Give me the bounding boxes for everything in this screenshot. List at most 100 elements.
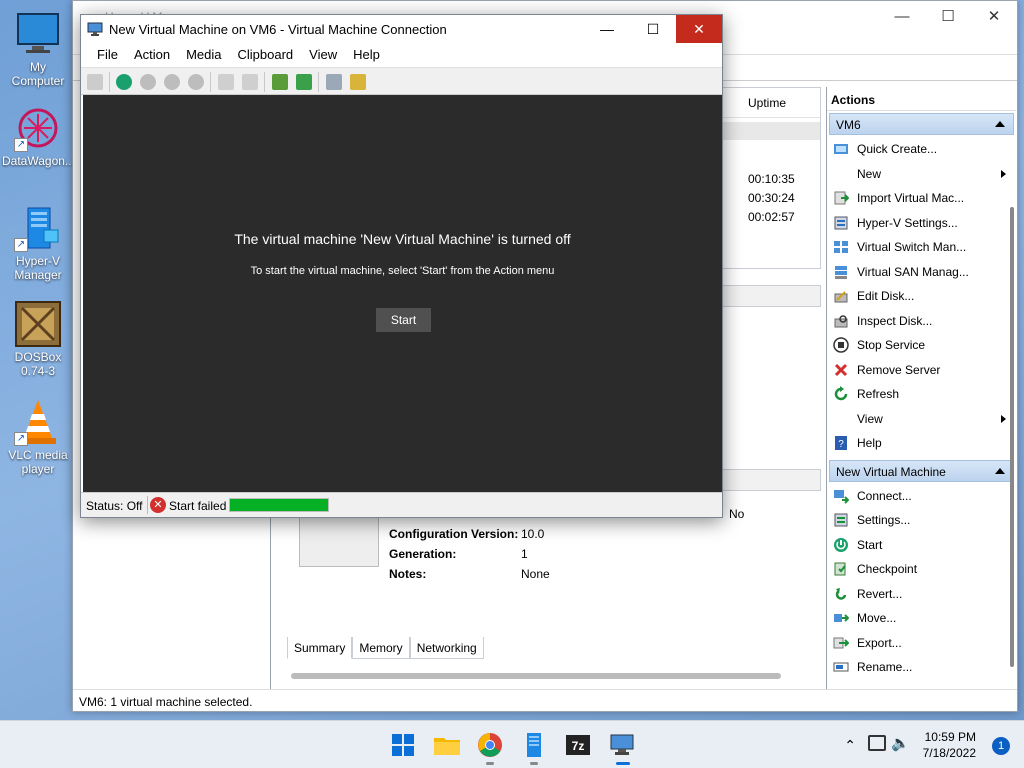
vm-off-headline: The virtual machine 'New Virtual Machine… bbox=[234, 231, 571, 247]
vm-screen[interactable]: The virtual machine 'New Virtual Machine… bbox=[83, 95, 722, 493]
san-icon bbox=[833, 264, 849, 280]
svg-text:?: ? bbox=[838, 439, 844, 450]
detail-row-generation: Generation: 1 bbox=[389, 547, 528, 561]
checkpoint-icon[interactable] bbox=[272, 74, 288, 90]
export-icon bbox=[833, 635, 850, 651]
action-revert[interactable]: Revert... bbox=[827, 582, 1016, 607]
action-virtual-switch-man[interactable]: Virtual Switch Man... bbox=[827, 235, 1016, 260]
tab-summary[interactable]: Summary bbox=[287, 637, 353, 659]
enhanced-session-icon[interactable] bbox=[326, 74, 342, 90]
action-view[interactable]: View bbox=[827, 407, 1016, 432]
menu-action[interactable]: Action bbox=[126, 43, 178, 67]
action-stop-service[interactable]: Stop Service bbox=[827, 333, 1016, 358]
progress-bar bbox=[229, 498, 329, 512]
vm-connection-taskbar-icon[interactable] bbox=[606, 729, 638, 761]
file-explorer-icon[interactable] bbox=[431, 729, 463, 761]
action-checkpoint[interactable]: Checkpoint bbox=[827, 557, 1016, 582]
action-virtual-san-manag[interactable]: Virtual SAN Manag... bbox=[827, 260, 1016, 285]
hyperv-close-button[interactable]: ✕ bbox=[971, 1, 1017, 33]
desktop-icon-dosbox[interactable]: DOSBox 0.74-3 bbox=[2, 300, 74, 378]
hyperv-maximize-button[interactable]: ☐ bbox=[925, 1, 971, 33]
chevron-up-icon[interactable]: ⌃ bbox=[844, 737, 856, 754]
uptime-column-header[interactable]: Uptime bbox=[748, 96, 786, 110]
toolbar-separator bbox=[264, 72, 265, 92]
active-indicator bbox=[616, 762, 630, 765]
tab-memory[interactable]: Memory bbox=[352, 637, 410, 659]
vmc-status-bar: Status: Off ✕ Start failed bbox=[81, 492, 722, 517]
actions-title: Actions bbox=[827, 87, 1016, 111]
shutdown-icon[interactable] bbox=[164, 74, 180, 90]
vmc-close-button[interactable]: ✕ bbox=[676, 15, 722, 43]
action-import-virtual-mac[interactable]: Import Virtual Mac... bbox=[827, 186, 1016, 211]
hyperv-minimize-button[interactable]: — bbox=[879, 1, 925, 33]
submenu-arrow-icon bbox=[1001, 414, 1006, 423]
notification-badge[interactable]: 1 bbox=[992, 737, 1010, 755]
menu-clipboard[interactable]: Clipboard bbox=[230, 43, 302, 67]
resume-icon[interactable] bbox=[242, 74, 258, 90]
start-button[interactable]: Start bbox=[376, 308, 431, 332]
action-remove-server[interactable]: Remove Server bbox=[827, 358, 1016, 383]
action-export[interactable]: Export... bbox=[827, 631, 1016, 656]
action-inspect-disk[interactable]: Inspect Disk... bbox=[827, 309, 1016, 334]
turn-off-icon[interactable] bbox=[140, 74, 156, 90]
revert-icon[interactable] bbox=[296, 74, 312, 90]
move-icon bbox=[833, 610, 850, 626]
action-connect[interactable]: Connect... bbox=[827, 484, 1016, 509]
desktop-icon-label: DOSBox 0.74-3 bbox=[14, 350, 62, 378]
action-start[interactable]: Start bbox=[827, 533, 1016, 558]
7zip-icon[interactable]: 7z bbox=[562, 729, 594, 761]
action-rename[interactable]: Rename... bbox=[827, 655, 1016, 680]
share-icon[interactable] bbox=[350, 74, 366, 90]
action-label: Refresh bbox=[857, 387, 900, 401]
vm-connection-window: New Virtual Machine on VM6 - Virtual Mac… bbox=[80, 14, 723, 518]
menu-media[interactable]: Media bbox=[178, 43, 229, 67]
chrome-icon[interactable] bbox=[474, 729, 506, 761]
action-refresh[interactable]: Refresh bbox=[827, 382, 1016, 407]
actions-section-new-vm[interactable]: New Virtual Machine bbox=[829, 459, 1014, 482]
action-help[interactable]: ? Help bbox=[827, 431, 1016, 456]
uptime-cell: 00:30:24 bbox=[748, 191, 795, 205]
action-quick-create[interactable]: Quick Create... bbox=[827, 137, 1016, 162]
vmc-maximize-button[interactable]: ☐ bbox=[630, 15, 676, 43]
vmc-menubar: File Action Media Clipboard View Help bbox=[81, 43, 722, 67]
vmc-minimize-button[interactable]: — bbox=[584, 15, 630, 43]
action-hyper-v-settings[interactable]: Hyper-V Settings... bbox=[827, 211, 1016, 236]
clock-date: 7/18/2022 bbox=[922, 746, 976, 760]
start-power-icon[interactable] bbox=[116, 74, 132, 90]
desktop-icon-datawagon[interactable]: ↗ DataWagon... bbox=[2, 104, 75, 168]
action-edit-disk[interactable]: Edit Disk... bbox=[827, 284, 1016, 309]
start-windows-icon[interactable] bbox=[387, 729, 419, 761]
datawagon-icon: ↗ bbox=[14, 104, 62, 152]
remove-x-icon bbox=[833, 362, 849, 378]
menu-help[interactable]: Help bbox=[345, 43, 388, 67]
running-indicator bbox=[486, 762, 494, 765]
server-action-list: Quick Create... New Import Virtual Mac... H… bbox=[827, 137, 1016, 456]
vmc-toolbar bbox=[81, 67, 722, 95]
action-move[interactable]: Move... bbox=[827, 606, 1016, 631]
desktop-icon-my-computer[interactable]: My Computer bbox=[2, 10, 74, 88]
actions-section-vm6[interactable]: VM6 bbox=[829, 113, 1014, 135]
revert-icon bbox=[833, 586, 849, 602]
desktop-icon-vlc[interactable]: ↗ VLC media player bbox=[2, 398, 74, 476]
menu-file[interactable]: File bbox=[89, 43, 126, 67]
ctrl-alt-del-icon[interactable] bbox=[87, 74, 103, 90]
horizontal-scrollbar[interactable] bbox=[291, 673, 781, 679]
network-icon[interactable] bbox=[868, 735, 886, 751]
clock[interactable]: 10:59 PM 7/18/2022 bbox=[923, 729, 976, 761]
save-state-icon[interactable] bbox=[188, 74, 204, 90]
vm-settings-icon bbox=[833, 512, 849, 528]
details-tabs: Summary Memory Networking bbox=[287, 637, 484, 659]
tab-networking[interactable]: Networking bbox=[409, 637, 484, 659]
action-settings[interactable]: Settings... bbox=[827, 508, 1016, 533]
clock-time: 10:59 PM bbox=[924, 730, 976, 744]
hyperv-taskbar-icon[interactable] bbox=[518, 729, 550, 761]
desktop-icon-label: VLC media player bbox=[8, 448, 68, 476]
actions-scrollbar[interactable] bbox=[1010, 207, 1014, 667]
action-new[interactable]: New bbox=[827, 162, 1016, 187]
menu-view[interactable]: View bbox=[301, 43, 345, 67]
stop-icon bbox=[833, 337, 849, 353]
vm-status-text: Status: Off bbox=[86, 499, 143, 513]
desktop-icon-hyperv[interactable]: ↗ Hyper-V Manager bbox=[2, 204, 74, 282]
pause-icon[interactable] bbox=[218, 74, 234, 90]
volume-icon[interactable]: 🔈 bbox=[891, 734, 910, 752]
